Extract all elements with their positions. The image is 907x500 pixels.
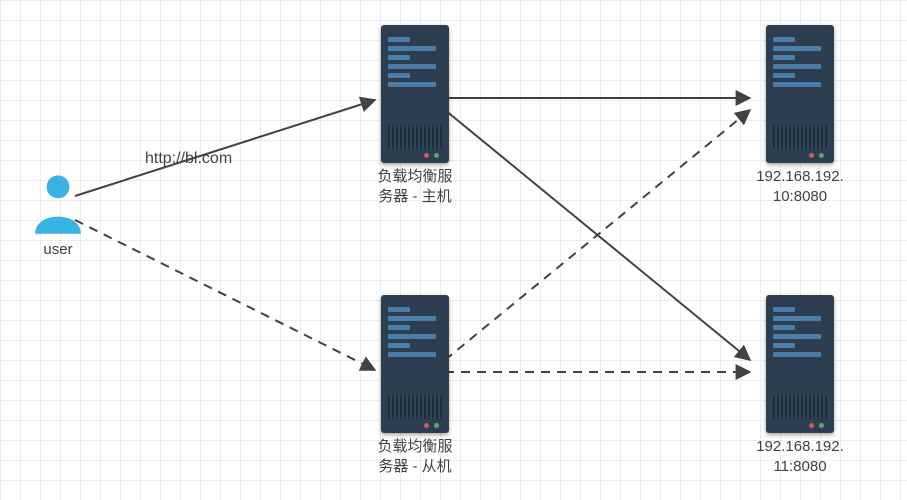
server-icon — [381, 25, 449, 163]
edge-user-to-primary-label: http://bl.com — [145, 150, 232, 168]
node-user-label: user — [18, 240, 98, 260]
user-icon — [18, 172, 98, 236]
edge-user-to-primary — [75, 100, 375, 196]
server-icon — [766, 25, 834, 163]
node-lb-primary-label: 负载均衡服 务器 - 主机 — [360, 167, 470, 206]
node-lb-primary: 负载均衡服 务器 - 主机 — [360, 25, 470, 206]
node-srv1-label: 192.168.192. 10:8080 — [740, 167, 860, 206]
server-icon — [381, 295, 449, 433]
server-icon — [766, 295, 834, 433]
node-lb-backup: 负载均衡服 务器 - 从机 — [360, 295, 470, 476]
node-srv2: 192.168.192. 11:8080 — [740, 295, 860, 476]
node-srv1: 192.168.192. 10:8080 — [740, 25, 860, 206]
node-srv2-label: 192.168.192. 11:8080 — [740, 437, 860, 476]
node-user: user — [18, 172, 98, 260]
edge-user-to-backup — [75, 220, 375, 370]
node-lb-backup-label: 负载均衡服 务器 - 从机 — [360, 437, 470, 476]
